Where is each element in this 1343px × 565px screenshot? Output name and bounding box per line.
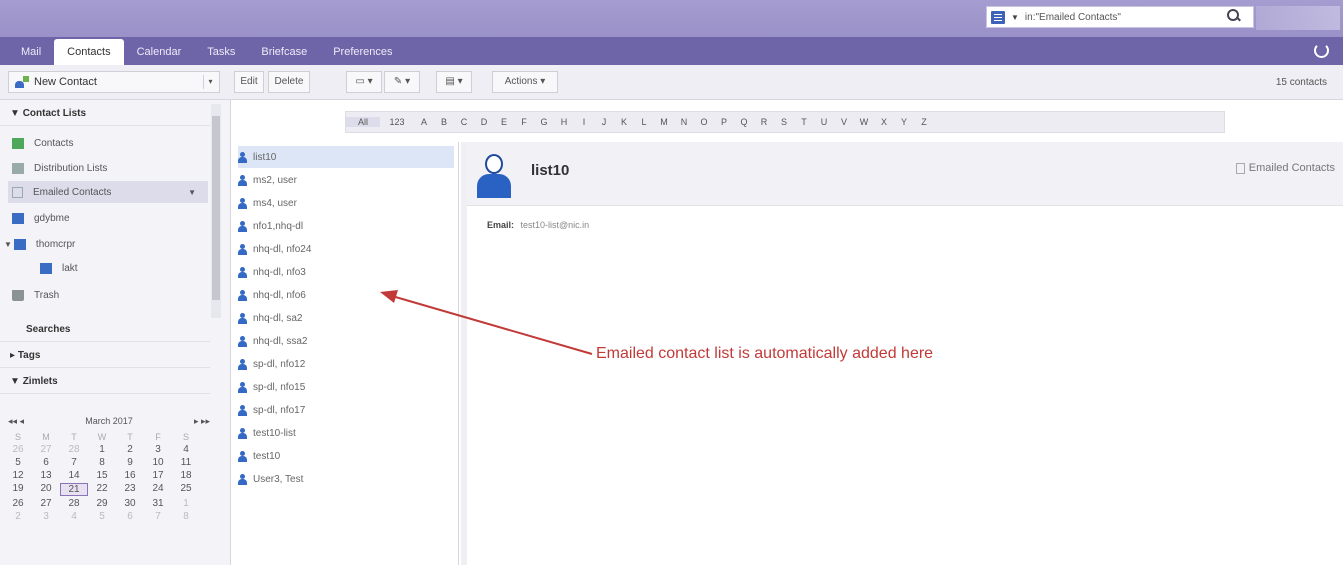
annotation-arrow [380, 290, 593, 355]
annotation-text: Emailed contact list is automatically ad… [596, 345, 934, 362]
